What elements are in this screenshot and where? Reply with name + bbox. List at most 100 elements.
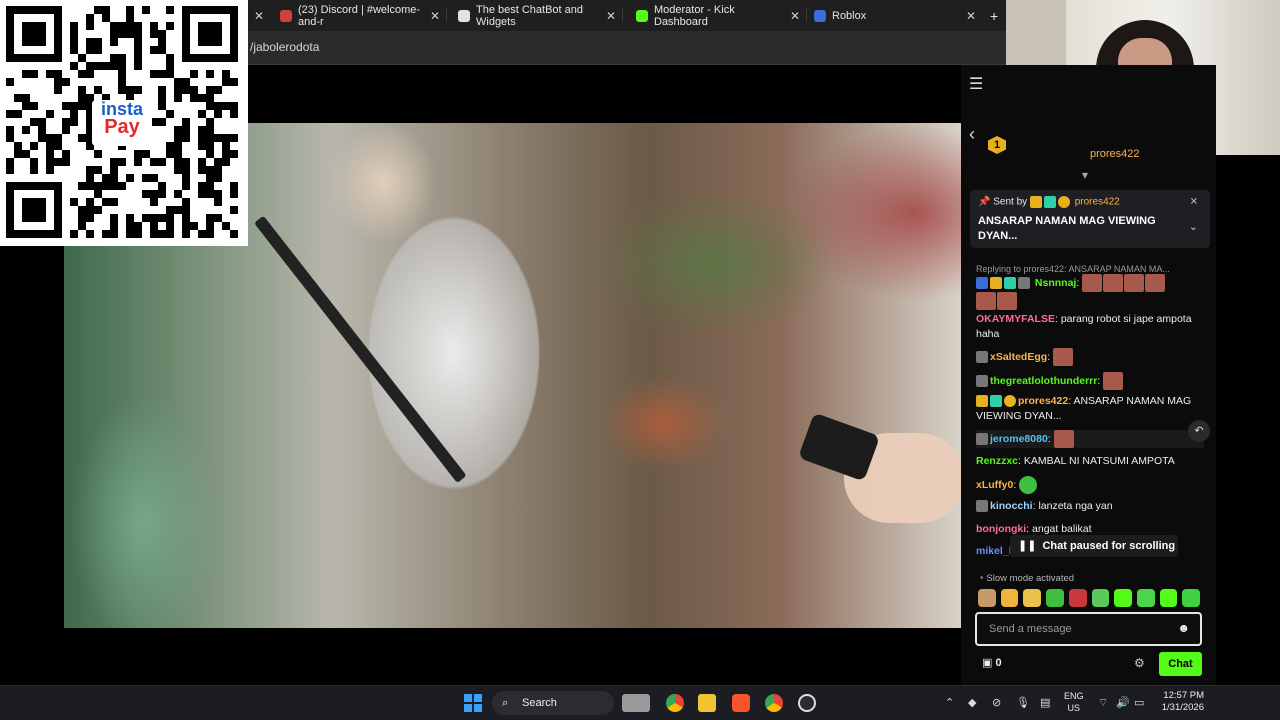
pinned-sent-by: 📌 Sent by prores422 bbox=[978, 196, 1120, 208]
windows-start-icon[interactable] bbox=[464, 694, 482, 712]
microphone-icon[interactable]: 🎙 bbox=[1016, 696, 1030, 709]
chevron-up-icon[interactable]: ⌃ bbox=[945, 696, 954, 709]
emote-button[interactable] bbox=[1000, 589, 1019, 607]
instapay-logo: insta Pay bbox=[92, 100, 152, 146]
badge-icon bbox=[976, 277, 988, 289]
username[interactable]: thegreatlolothunderrr bbox=[990, 375, 1097, 387]
close-icon[interactable]: ✕ bbox=[430, 9, 440, 23]
send-chat-button[interactable]: Chat bbox=[1159, 652, 1202, 676]
emote-button[interactable] bbox=[1182, 589, 1201, 607]
username[interactable]: Renzzxc bbox=[976, 455, 1018, 467]
tab-chatbot[interactable]: The best ChatBot and Widgets ✕ bbox=[458, 4, 616, 28]
chat-message: Renzzxc: KAMBAL NI NATSUMI AMPOTA bbox=[976, 455, 1175, 467]
username[interactable]: mikel_l bbox=[976, 545, 1012, 557]
username[interactable]: xSaltedEgg bbox=[990, 351, 1047, 363]
collapse-chat-icon[interactable]: ☰ bbox=[969, 74, 983, 94]
username[interactable]: prores422 bbox=[1018, 395, 1068, 407]
kick-icon bbox=[636, 10, 648, 22]
url-text[interactable]: /jabolerodota bbox=[250, 40, 319, 54]
file-explorer-icon[interactable] bbox=[698, 694, 716, 712]
chevron-left-icon[interactable]: ‹ bbox=[969, 124, 975, 145]
screen: ✕ (23) Discord | #welcome-and-r ✕ The be… bbox=[0, 0, 1280, 720]
chrome-active-icon[interactable] bbox=[765, 694, 783, 712]
tab-discord[interactable]: (23) Discord | #welcome-and-r ✕ bbox=[280, 4, 440, 28]
close-icon[interactable]: ✕ bbox=[606, 9, 616, 23]
hide-pin-icon[interactable]: ⨯ bbox=[1190, 196, 1198, 207]
pinned-sender[interactable]: prores422 bbox=[1075, 197, 1120, 208]
brave-icon[interactable] bbox=[732, 694, 750, 712]
badge-icon bbox=[976, 500, 988, 513]
site-icon bbox=[458, 10, 470, 22]
pinned-message-text: ANSARAP NAMAN MAG VIEWING DYAN... bbox=[978, 215, 1156, 242]
volume-icon[interactable]: 🔊 bbox=[1116, 696, 1130, 709]
chat-message: thegreatlolothunderrr: bbox=[976, 372, 1204, 390]
username[interactable]: jerome8080 bbox=[990, 433, 1048, 445]
taskbar-search[interactable]: ⌕ Search bbox=[492, 691, 614, 715]
badge-icon bbox=[976, 375, 988, 387]
sub-badge-icon bbox=[1043, 196, 1056, 208]
username[interactable]: xLuffy0 bbox=[976, 479, 1013, 491]
gifter-badge-icon bbox=[1057, 196, 1070, 208]
input-language[interactable]: ENG US bbox=[1064, 690, 1084, 714]
chat-message: jerome8080: bbox=[976, 430, 1204, 448]
chat-message: OKAYMYFALSE: parang robot si jape ampota… bbox=[976, 313, 1192, 340]
chat-message: xSaltedEgg: bbox=[976, 348, 1204, 366]
emote-button[interactable] bbox=[1068, 589, 1087, 607]
emote-button[interactable] bbox=[1046, 589, 1064, 607]
chevron-down-icon[interactable]: ⌄ bbox=[1189, 220, 1198, 233]
message-text: angat balikat bbox=[1032, 523, 1092, 535]
settings-app-icon[interactable] bbox=[798, 694, 816, 712]
chat-input-box[interactable]: ☻ bbox=[975, 612, 1202, 646]
username[interactable]: Nsnnnaj bbox=[1035, 277, 1076, 289]
slow-mode-notice: ◔ Slow mode activated bbox=[978, 573, 1075, 584]
username[interactable]: kinocchi bbox=[990, 500, 1033, 512]
emote-button[interactable] bbox=[1023, 589, 1042, 607]
badge-icon bbox=[990, 277, 1002, 289]
wallpaper-app-icon[interactable] bbox=[622, 694, 650, 712]
chat-message: prores422: ANSARAP NAMAN MAG VIEWING DYA… bbox=[976, 395, 1192, 422]
badge-icon bbox=[1004, 277, 1016, 289]
instapay-qr-code: insta Pay bbox=[0, 0, 248, 246]
system-clock[interactable]: 12:57 PM 1/31/2026 bbox=[1160, 690, 1204, 714]
emote bbox=[1103, 274, 1124, 292]
pinned-message[interactable]: 📌 Sent by prores422 ANSARAP NAMAN MAG VI… bbox=[970, 190, 1210, 248]
emote-button[interactable] bbox=[1114, 589, 1132, 607]
chrome-icon[interactable] bbox=[666, 694, 684, 712]
chat-paused-banner[interactable]: ❚❚ Chat paused for scrolling bbox=[1010, 535, 1178, 557]
emote-button[interactable] bbox=[1159, 589, 1178, 607]
expand-chevron-icon[interactable]: ▾ bbox=[1082, 168, 1088, 182]
message-input[interactable] bbox=[989, 620, 1169, 638]
gear-icon[interactable]: ⚙ bbox=[1134, 656, 1145, 670]
discord-icon bbox=[280, 10, 292, 22]
emoji-picker-icon[interactable]: ☻ bbox=[1177, 621, 1190, 635]
username[interactable]: bonjongki bbox=[976, 523, 1026, 535]
close-icon[interactable]: ✕ bbox=[790, 9, 800, 23]
emote bbox=[1103, 372, 1124, 390]
emote bbox=[1124, 274, 1145, 292]
tab-roblox[interactable]: Roblox ✕ bbox=[814, 4, 976, 28]
emote-button[interactable] bbox=[1091, 589, 1110, 607]
video-frame-detail bbox=[254, 215, 467, 484]
badge-icon bbox=[1018, 277, 1030, 289]
channel-points[interactable]: ▣ 0 bbox=[982, 656, 1002, 669]
tray-app-icon[interactable]: ⊘ bbox=[992, 696, 1001, 709]
username[interactable]: OKAYMYFALSE bbox=[976, 313, 1055, 325]
crown-badge-icon bbox=[976, 395, 988, 408]
battery-icon[interactable]: ▭ bbox=[1134, 696, 1144, 709]
close-icon[interactable]: ✕ bbox=[966, 9, 976, 23]
top-gifter-name[interactable]: prores422 bbox=[1090, 148, 1140, 160]
emote bbox=[1019, 476, 1038, 494]
reply-arrow-icon[interactable]: ↶ bbox=[1188, 420, 1210, 442]
chat-message: Nsnnnaj: bbox=[976, 274, 1204, 310]
tab-kick-dashboard[interactable]: Moderator - Kick Dashboard ✕ bbox=[636, 4, 800, 28]
new-tab-button[interactable]: + bbox=[990, 4, 1004, 28]
sub-badge-icon bbox=[990, 395, 1002, 408]
message-text: lanzeta nga yan bbox=[1038, 500, 1113, 512]
gifter-badge-icon bbox=[1004, 395, 1016, 408]
badge-icon bbox=[976, 351, 988, 363]
wifi-icon[interactable]: ⌔ bbox=[1098, 696, 1108, 710]
emote-button[interactable] bbox=[1136, 589, 1155, 607]
emote-button[interactable] bbox=[978, 589, 996, 607]
tray-app-icon[interactable]: ▤ bbox=[1040, 696, 1050, 709]
tray-app-icon[interactable]: ◆ bbox=[968, 696, 976, 709]
